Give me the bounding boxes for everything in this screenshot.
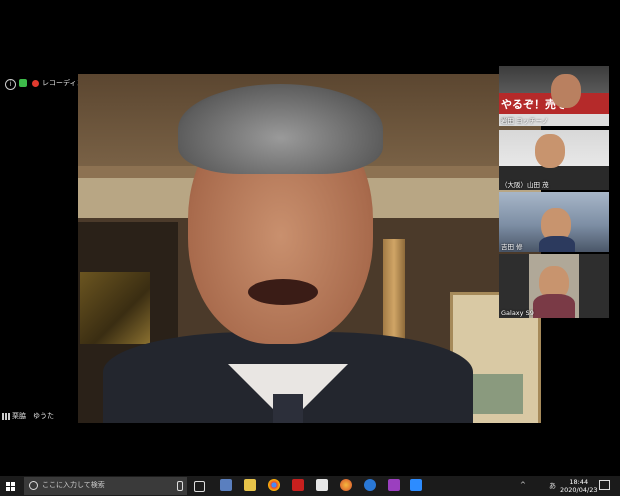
recording-icon [32,80,39,87]
windows-start-icon[interactable] [6,482,16,492]
tray-chevron-icon[interactable]: ^ [520,481,526,489]
lock-icon[interactable] [19,79,27,87]
info-icon[interactable]: i [5,79,16,90]
edge-icon[interactable] [364,479,376,491]
participant-face [535,134,565,168]
notification-icon[interactable] [599,480,610,490]
chrome-icon[interactable] [268,479,280,491]
participant-name: 岩田 ヨッチーノ [501,117,549,125]
acrobat-icon[interactable] [292,479,304,491]
search-icon [29,481,38,490]
signal-icon [2,412,10,420]
speaker-name-label: 栗脇 ゆうた [2,411,54,421]
participant-tile[interactable]: やるぞ！売ぞ 岩田 ヨッチーノ [499,66,609,126]
participant-gallery: やるぞ！売ぞ 岩田 ヨッチーノ （大阪）山田 茂 吉田 修 Galaxy S9 [499,66,609,318]
participant-name: Galaxy S9 [501,309,534,317]
task-view-icon[interactable] [194,481,205,492]
app-icon[interactable] [388,479,400,491]
microphone-icon[interactable] [177,481,183,491]
search-input[interactable]: ここに入力して検索 [42,480,105,490]
app-icon[interactable] [340,479,352,491]
active-speaker-video[interactable] [78,74,541,423]
participant-name: 吉田 修 [501,243,523,251]
participant-tile[interactable]: （大阪）山田 茂 [499,130,609,190]
participant-name: （大阪）山田 茂 [501,181,549,189]
participant-face [551,74,581,108]
taskbar-clock[interactable]: 18:44 2020/04/23 [560,478,597,494]
zoom-icon[interactable] [410,479,422,491]
participant-tile[interactable]: 吉田 修 [499,192,609,252]
app-icon[interactable] [220,479,232,491]
file-explorer-icon[interactable] [244,479,256,491]
app-icon[interactable] [316,479,328,491]
participant-tile[interactable]: Galaxy S9 [499,254,609,318]
ime-indicator[interactable]: あ [549,481,556,491]
